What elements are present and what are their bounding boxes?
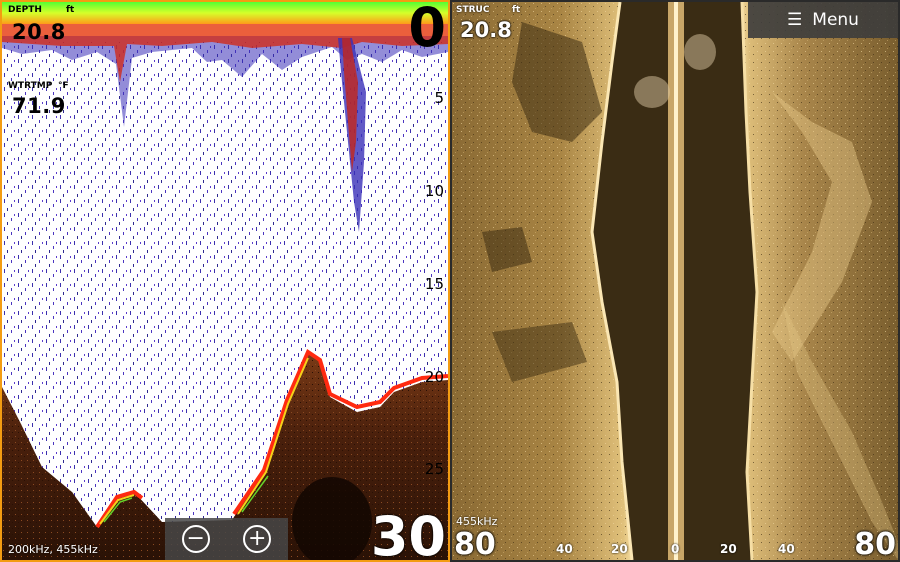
depth-tick: 15 [424,275,444,293]
range-left-value: 80 [454,527,496,560]
depth-tick: 25 [424,460,444,478]
frequency-label: 200kHz, 455kHz [8,543,98,556]
depth-tick: 5 [434,89,444,107]
water-temp-value: 71.9 [12,94,66,118]
sonar-history-image [2,2,448,560]
water-temp-unit: °F [58,81,69,91]
zoom-out-button[interactable]: − [181,525,210,553]
range-bottom-value: 30 [370,505,446,562]
scale-tick: 20 [720,542,737,556]
menu-button-label: Menu [812,10,859,30]
range-right-value: 80 [854,527,896,560]
struc-unit: ft [512,5,521,15]
depth-tick: 10 [424,182,444,200]
sonar-display: DEPTH ft 20.8 WTRTMP °F 71.9 0 5 10 15 2… [0,0,900,562]
structure-scan-pane[interactable]: ☰ Menu STRUC ft 20.8 455kHz 80 40 20 0 2… [452,2,898,560]
side-scan-image [452,2,898,560]
depth-tick: 20 [424,368,444,386]
zoom-in-button[interactable]: + [243,525,272,553]
scale-tick: 0 [671,542,680,556]
hamburger-icon: ☰ [787,10,803,30]
zoom-controls: − + [165,518,288,560]
scale-tick: 20 [611,542,628,556]
scale-tick: 40 [778,542,795,556]
scale-tick: 40 [556,542,573,556]
range-top-value: 0 [408,0,446,59]
water-temp-label: WTRTMP [8,81,53,91]
depth-value: 20.8 [12,20,66,44]
plus-circle-icon: + [248,526,267,551]
sonar-2d-pane[interactable]: DEPTH ft 20.8 WTRTMP °F 71.9 0 5 10 15 2… [0,0,450,562]
struc-depth-value: 20.8 [460,18,512,42]
depth-unit: ft [66,5,75,15]
struc-label: STRUC [456,5,490,15]
depth-label: DEPTH [8,5,42,15]
menu-button[interactable]: ☰ Menu [748,2,898,38]
minus-circle-icon: − [186,526,205,551]
